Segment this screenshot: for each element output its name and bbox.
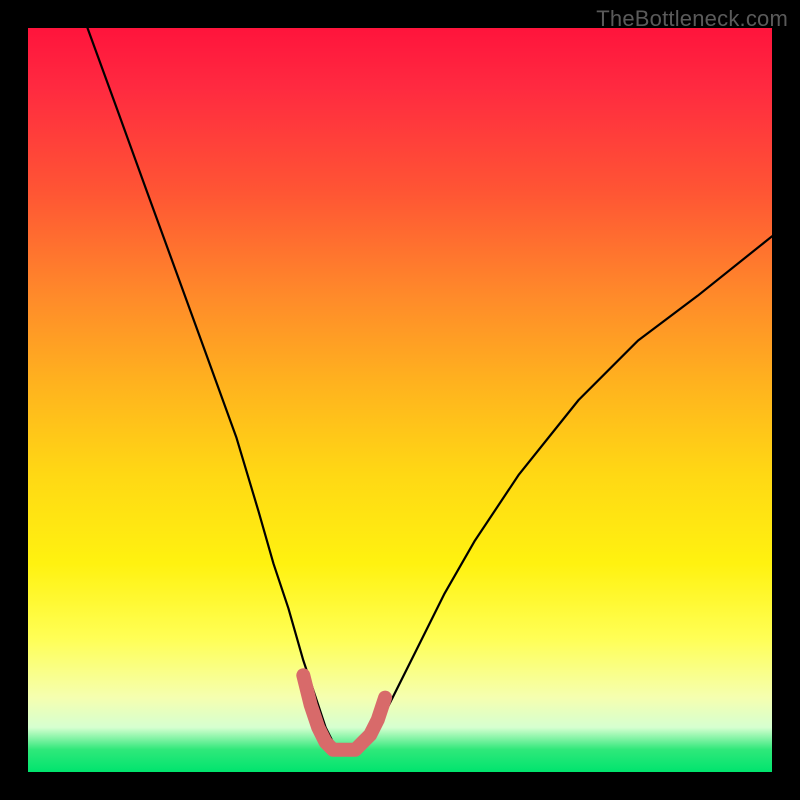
watermark-text: TheBottleneck.com <box>596 6 788 32</box>
bottleneck-curve-path <box>88 28 773 750</box>
curve-layer <box>28 28 772 772</box>
chart-frame: TheBottleneck.com <box>0 0 800 800</box>
plot-area <box>28 28 772 772</box>
sweet-spot-path <box>303 675 385 749</box>
